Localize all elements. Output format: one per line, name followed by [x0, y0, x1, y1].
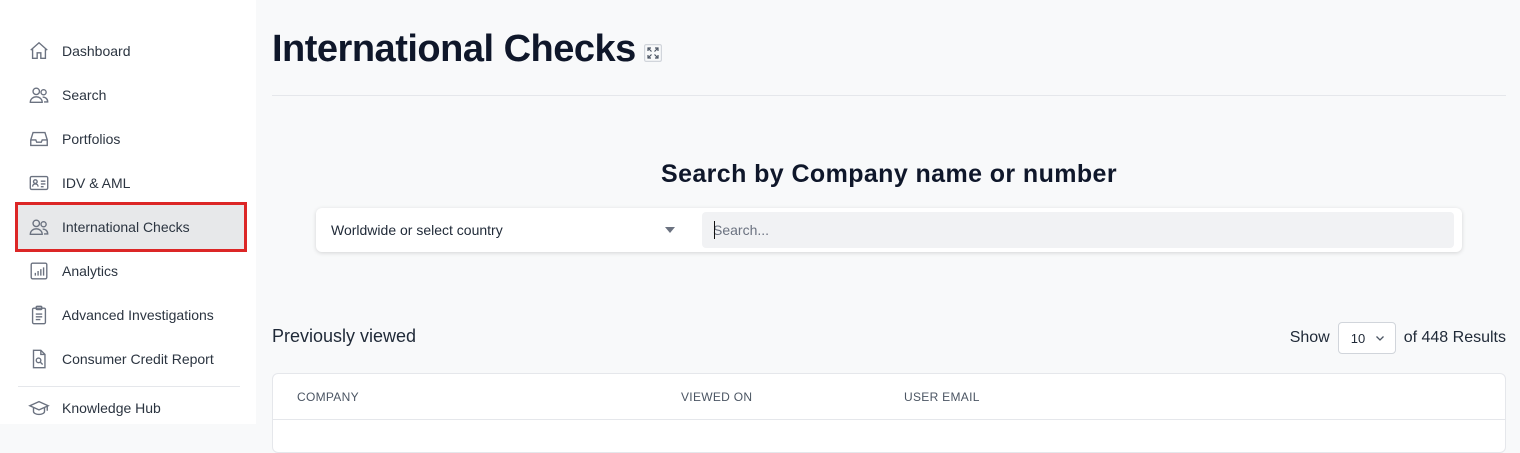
sidebar-item-label: IDV & AML [62, 175, 131, 191]
column-header-user-email[interactable]: USER EMAIL [904, 390, 980, 404]
expand-icon[interactable] [643, 43, 662, 62]
column-header-viewed-on[interactable]: VIEWED ON [681, 390, 752, 404]
clipboard-icon [28, 304, 50, 326]
previously-viewed-title: Previously viewed [272, 326, 417, 346]
users-icon [28, 216, 50, 238]
country-select[interactable]: Worldwide or select country [316, 208, 692, 252]
sidebar-item-label: Analytics [62, 263, 119, 279]
sidebar-item-label: Portfolios [62, 131, 121, 147]
results-count: of 448 Results [1403, 329, 1506, 346]
id-card-icon [28, 172, 50, 194]
sidebar: Dashboard Search Portfolios IDV & AML In… [0, 0, 256, 424]
sidebar-item-label: International Checks [62, 219, 190, 235]
page-size-select[interactable]: 10 [1337, 322, 1396, 354]
sidebar-item-advanced-investigations[interactable]: Advanced Investigations [18, 293, 244, 337]
page-size-value: 10 [1350, 330, 1366, 346]
sidebar-item-analytics[interactable]: Analytics [18, 249, 244, 293]
sidebar-item-dashboard[interactable]: Dashboard [18, 29, 244, 73]
sidebar-item-label: Search [62, 87, 107, 103]
page-title: International Checks [272, 28, 662, 71]
inbox-icon [28, 128, 50, 150]
pagination-size: Show 10 of 448 Results [1290, 322, 1506, 354]
bar-chart-icon [28, 260, 50, 282]
document-search-icon [28, 348, 50, 370]
search-input[interactable] [702, 212, 1454, 248]
sidebar-item-label: Advanced Investigations [62, 307, 214, 323]
sidebar-item-label: Knowledge Hub [62, 400, 161, 416]
sidebar-item-knowledge-hub[interactable]: Knowledge Hub [18, 386, 244, 430]
text-cursor [714, 221, 715, 239]
page-title-text: International Checks [272, 28, 636, 70]
sidebar-item-label: Dashboard [62, 43, 131, 59]
sidebar-item-search[interactable]: Search [18, 73, 244, 117]
sidebar-item-consumer-credit-report[interactable]: Consumer Credit Report [18, 337, 244, 381]
search-bar: Worldwide or select country [316, 208, 1462, 252]
previously-viewed-table: COMPANY VIEWED ON USER EMAIL [272, 373, 1506, 453]
sidebar-item-idv-aml[interactable]: IDV & AML [18, 161, 244, 205]
search-heading: Search by Company name or number [661, 160, 1117, 188]
chevron-down-icon [1375, 336, 1384, 341]
graduation-cap-icon [28, 397, 50, 419]
table-header: COMPANY VIEWED ON USER EMAIL [273, 374, 1505, 420]
column-header-company[interactable]: COMPANY [297, 390, 359, 404]
show-label: Show [1289, 329, 1330, 346]
header-divider [272, 95, 1506, 96]
users-icon [28, 84, 50, 106]
sidebar-item-label: Consumer Credit Report [62, 351, 214, 367]
home-icon [28, 40, 50, 62]
country-select-value: Worldwide or select country [331, 222, 503, 238]
dropdown-caret-icon [665, 227, 675, 233]
sidebar-item-portfolios[interactable]: Portfolios [18, 117, 244, 161]
sidebar-item-international-checks[interactable]: International Checks [15, 202, 247, 252]
